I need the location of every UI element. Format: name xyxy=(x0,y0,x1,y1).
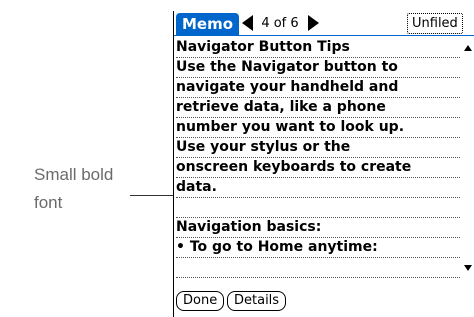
callout-leader-line xyxy=(130,195,176,196)
category-picker[interactable]: Unfiled xyxy=(407,13,463,34)
memo-line: data. xyxy=(176,178,460,198)
memo-line: Navigator Button Tips xyxy=(176,38,460,58)
memo-line: navigate your handheld and xyxy=(176,78,460,98)
right-triangle-icon xyxy=(307,15,319,31)
memo-line: onscreen keyboards to create xyxy=(176,158,460,178)
scroll-down-arrow-icon[interactable] xyxy=(464,265,472,271)
memo-line xyxy=(176,258,460,278)
next-memo-button[interactable] xyxy=(304,14,322,32)
memo-line: • To go to Home anytime: xyxy=(176,238,460,258)
callout-label: Small bold font xyxy=(34,165,114,212)
scroll-up-arrow-icon[interactable] xyxy=(464,45,472,51)
memo-line: Use the Navigator button to xyxy=(176,58,460,78)
memo-screen: Memo 4 of 6 Unfiled Navigator Button Tip… xyxy=(173,11,474,317)
memo-text-area[interactable]: Navigator Button Tips Use the Navigator … xyxy=(176,38,460,278)
details-button[interactable]: Details xyxy=(227,291,287,311)
memo-line: retrieve data, like a phone xyxy=(176,98,460,118)
left-triangle-icon xyxy=(241,15,253,31)
memo-line: number you want to look up. xyxy=(176,118,460,138)
memo-line: Use your stylus or the xyxy=(176,138,460,158)
memo-position: 4 of 6 xyxy=(261,16,299,31)
title-bar: Memo 4 of 6 Unfiled xyxy=(174,11,474,36)
memo-line xyxy=(176,198,460,218)
app-title: Memo xyxy=(176,13,240,35)
memo-line: Navigation basics: xyxy=(176,218,460,238)
previous-memo-button[interactable] xyxy=(238,14,256,32)
done-button[interactable]: Done xyxy=(176,291,225,311)
